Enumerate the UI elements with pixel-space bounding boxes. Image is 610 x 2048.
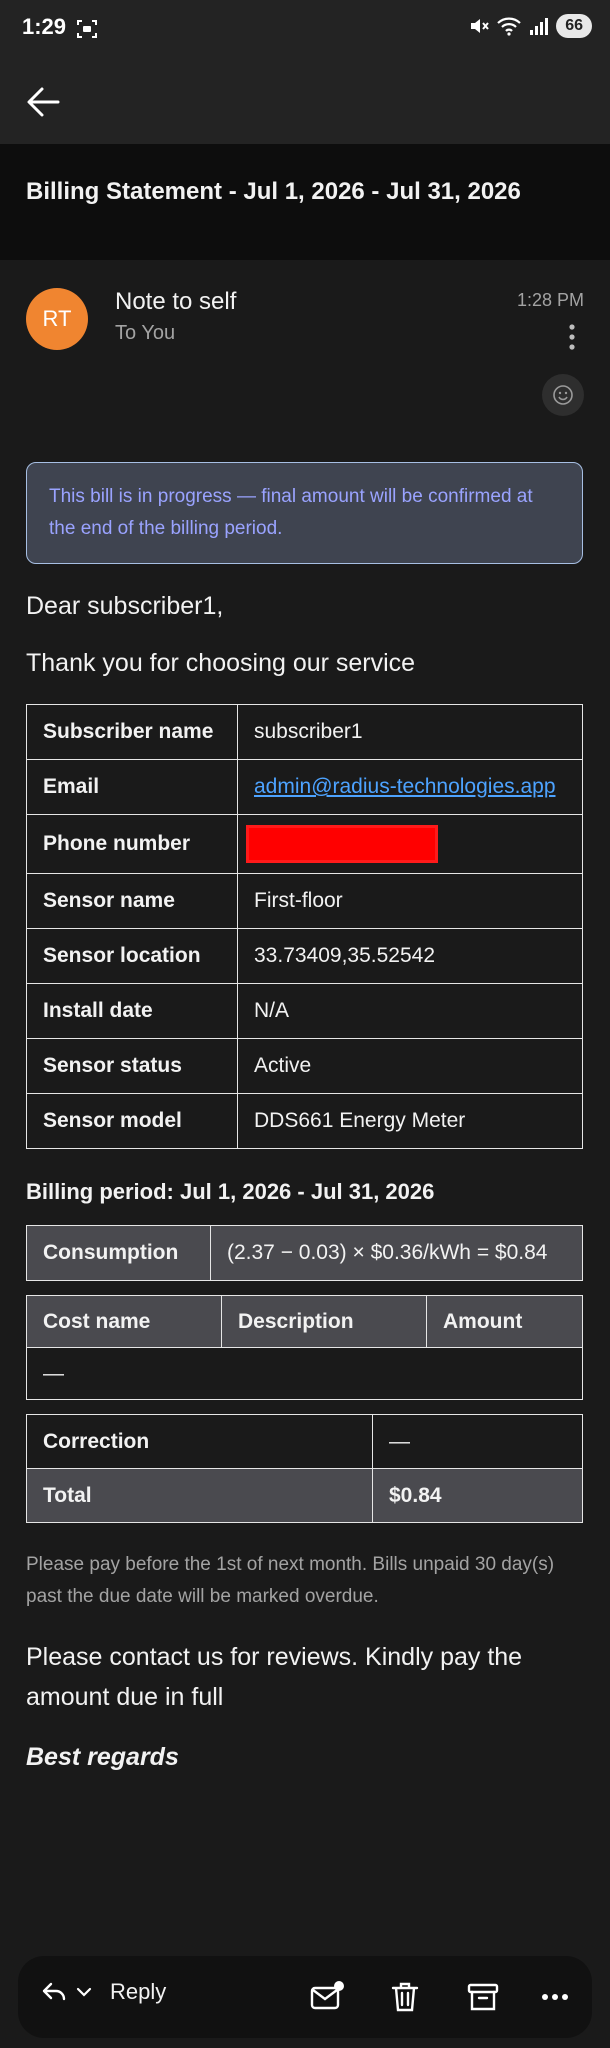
email-body: This bill is in progress — final amount … (26, 462, 583, 1772)
consumption-table: Consumption (2.37 − 0.03) × $0.36/kWh = … (26, 1225, 583, 1281)
battery-indicator: 66 (556, 14, 592, 38)
email-subject: Billing Statement - Jul 1, 2026 - Jul 31… (26, 178, 521, 205)
mark-unread-icon[interactable] (308, 1978, 346, 2016)
phone-cell (237, 814, 583, 874)
wifi-icon (497, 17, 521, 36)
subscriber-info-table: Subscriber name subscriber1 Email admin@… (26, 704, 583, 1149)
table-header-row: Cost name Description Amount (26, 1295, 583, 1348)
sender-row: RT Note to self To You 1:28 PM (0, 260, 610, 416)
redacted-phone (246, 825, 438, 863)
payment-note: Please pay before the 1st of next month.… (26, 1554, 555, 1607)
consumption-formula: (2.37 − 0.03) × $0.36/kWh = $0.84 (210, 1225, 583, 1281)
more-vert-icon[interactable] (568, 324, 576, 350)
description-header: Description (221, 1295, 427, 1348)
in-progress-notice: This bill is in progress — final amount … (26, 462, 583, 564)
amount-header: Amount (426, 1295, 583, 1348)
email-cell: admin@radius-technologies.app (237, 759, 583, 815)
email-link[interactable]: admin@radius-technologies.app (254, 775, 556, 798)
phone-label: Phone number (26, 814, 238, 874)
contact-note: Please contact us for reviews. Kindly pa… (26, 1643, 523, 1711)
sensor-name-label: Sensor name (26, 873, 238, 929)
table-row: Sensor status Active (26, 1038, 583, 1094)
screenshot-icon (77, 20, 97, 38)
total-label: Total (26, 1468, 373, 1523)
signal-icon (530, 18, 549, 35)
correction-value: — (372, 1414, 583, 1469)
billing-period-title: Billing period: Jul 1, 2026 - Jul 31, 20… (26, 1179, 435, 1204)
email-label: Email (26, 759, 238, 815)
status-indicators: 66 (468, 14, 592, 38)
empty-cost-cell: — (26, 1347, 583, 1400)
sensor-model-value: DDS661 Energy Meter (237, 1093, 583, 1149)
table-row: Sensor location 33.73409,35.52542 (26, 928, 583, 984)
table-row: Subscriber name subscriber1 (26, 704, 583, 760)
cost-table: Cost name Description Amount — (26, 1295, 583, 1400)
table-row: Install date N/A (26, 983, 583, 1039)
correction-label: Correction (26, 1414, 373, 1469)
delete-icon[interactable] (386, 1978, 424, 2016)
chevron-down-icon[interactable] (76, 1984, 92, 2000)
install-date-label: Install date (26, 983, 238, 1039)
total-value: $0.84 (372, 1468, 583, 1523)
add-reaction-button[interactable] (542, 374, 584, 416)
totals-table: Correction — Total $0.84 (26, 1414, 583, 1523)
sender-name[interactable]: Note to self (115, 288, 236, 316)
sensor-location-value: 33.73409,35.52542 (237, 928, 583, 984)
consumption-label: Consumption (26, 1225, 211, 1281)
subscriber-name-label: Subscriber name (26, 704, 238, 760)
bottom-action-bar: Reply (18, 1956, 592, 2038)
table-row: Email admin@radius-technologies.app (26, 759, 583, 815)
table-row: Sensor model DDS661 Energy Meter (26, 1093, 583, 1149)
emoji-icon (553, 385, 573, 405)
sign-off: Best regards (26, 1743, 179, 1771)
sensor-location-label: Sensor location (26, 928, 238, 984)
table-row: Total $0.84 (26, 1468, 583, 1523)
table-row: Consumption (2.37 − 0.03) × $0.36/kWh = … (26, 1225, 583, 1281)
subscriber-name-value: subscriber1 (237, 704, 583, 760)
thanks-line: Thank you for choosing our service (26, 649, 416, 677)
sensor-name-value: First-floor (237, 873, 583, 929)
app-bar (0, 58, 610, 144)
mute-icon (471, 19, 489, 33)
more-horiz-icon[interactable] (536, 1978, 574, 2016)
recipient-label[interactable]: To You (115, 322, 175, 345)
status-bar: 1:29 66 (0, 0, 610, 58)
reply-label: Reply (110, 1979, 167, 2004)
sensor-status-label: Sensor status (26, 1038, 238, 1094)
message-time: 1:28 PM (516, 290, 584, 310)
reply-icon (42, 1982, 66, 2001)
table-row: — (26, 1347, 583, 1400)
cost-name-header: Cost name (26, 1295, 222, 1348)
table-row: Correction — (26, 1414, 583, 1469)
table-row: Sensor name First-floor (26, 873, 583, 929)
sensor-status-value: Active (237, 1038, 583, 1094)
greeting: Dear subscriber1, (26, 592, 224, 620)
archive-icon[interactable] (464, 1978, 502, 2016)
install-date-value: N/A (237, 983, 583, 1039)
subject-bar: Billing Statement - Jul 1, 2026 - Jul 31… (0, 144, 610, 260)
avatar[interactable]: RT (26, 288, 88, 350)
reply-button[interactable]: Reply (40, 1978, 166, 2006)
back-arrow-icon[interactable] (22, 80, 66, 124)
status-time: 1:29 (22, 14, 67, 39)
table-row: Phone number (26, 814, 583, 874)
sensor-model-label: Sensor model (26, 1093, 238, 1149)
